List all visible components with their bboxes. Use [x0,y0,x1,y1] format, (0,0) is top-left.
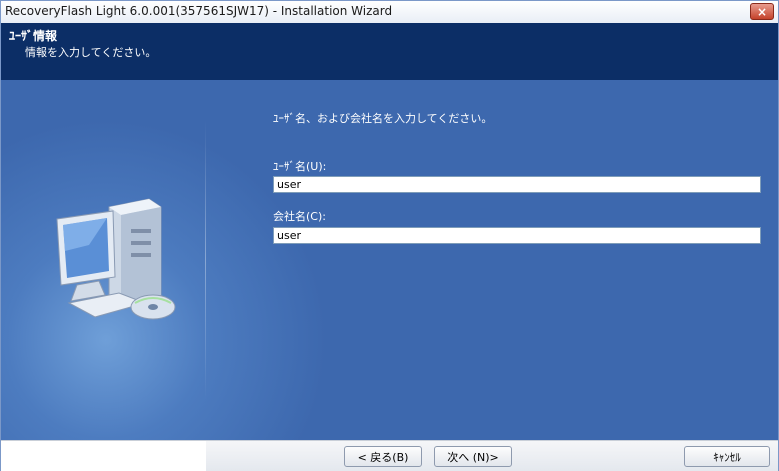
instruction-text: ﾕｰｻﾞ名、および会社名を入力してください。 [273,112,493,125]
cancel-button[interactable]: ｷｬﾝｾﾙ [684,446,770,467]
company-name-label: 会社名(C): [273,210,326,223]
page-subtitle: 情報を入力してください。 [25,46,157,59]
footer-left-panel [1,441,206,471]
user-name-label: ﾕｰｻﾞ名(U): [273,160,327,173]
wizard-body: ﾕｰｻﾞ名、および会社名を入力してください。 ﾕｰｻﾞ名(U): 会社名(C): [1,80,778,440]
close-icon: × [756,4,768,19]
user-name-input[interactable] [273,176,761,193]
title-bar[interactable]: RecoveryFlash Light 6.0.001(357561SJW17)… [1,1,778,24]
computer-icon [56,198,176,320]
installation-wizard-window: RecoveryFlash Light 6.0.001(357561SJW17)… [0,0,779,471]
company-name-input[interactable] [273,227,761,244]
wizard-header: ﾕｰｻﾞ情報 情報を入力してください。 [1,23,778,80]
next-button[interactable]: 次へ (N)> [434,446,512,467]
panel-divider [205,120,206,400]
wizard-footer: < 戻る(B) 次へ (N)> ｷｬﾝｾﾙ [1,440,778,471]
window-title: RecoveryFlash Light 6.0.001(357561SJW17)… [5,4,393,18]
close-button[interactable]: × [750,3,774,20]
page-title: ﾕｰｻﾞ情報 [9,29,58,43]
back-button[interactable]: < 戻る(B) [344,446,422,467]
